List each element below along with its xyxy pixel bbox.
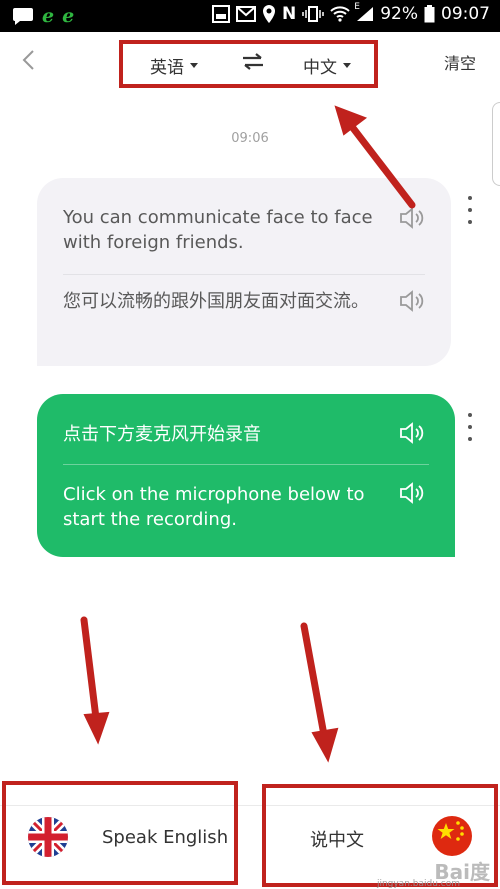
caret-down-icon [190,63,198,68]
annotation-arrow [80,616,100,722]
target-language-label: 中文 [303,58,337,78]
more-dot [468,425,472,429]
back-button[interactable] [20,48,46,74]
source-language-dropdown[interactable]: 英语 [150,53,198,78]
wifi-icon [330,6,350,22]
message-bubble-right: 点击下方麦克风开始录音 Click on the microphone belo… [37,394,455,557]
swap-languages-button[interactable] [242,52,264,76]
speaker-icon [400,482,424,504]
mail-icon [235,6,256,22]
battery-percent: 92% [380,4,418,24]
more-dot [468,208,472,212]
chevron-left-icon [22,50,34,70]
annotation-arrowhead [334,105,368,136]
browser-e-icon-2: e [62,5,75,27]
message-more-button[interactable] [465,196,475,224]
watermark-url: jingyan.baidu.com [376,879,460,889]
nfc-icon: N [281,4,297,24]
location-icon [262,4,276,24]
message-timestamp: 09:06 [231,131,269,146]
more-dot [468,437,472,441]
message-divider [63,274,425,275]
clock: 09:07 [441,4,490,24]
message-more-button[interactable] [465,413,475,441]
message-original-text: You can communicate face to face with fo… [63,207,373,253]
speaker-icon [400,207,424,229]
china-flag-icon [432,816,472,856]
speaker-icon [400,422,424,444]
play-translation-button[interactable] [399,289,425,313]
annotation-arrow [300,622,328,739]
message-divider [63,464,429,465]
language-selector: 英语 中文 [119,40,378,88]
speaker-icon [400,290,424,312]
annotation-arrowhead [311,727,339,763]
speak-chinese-label: 说中文 [310,830,364,851]
more-dot [468,196,472,200]
chat-icon [12,6,34,26]
signal-icon: E [354,2,374,22]
speak-english-label: Speak English [102,827,229,848]
target-language-dropdown[interactable]: 中文 [303,53,351,78]
message-translation-text: Click on the microphone below to start t… [63,484,365,530]
caret-down-icon [343,63,351,68]
battery-icon [424,5,435,23]
clear-button[interactable]: 清空 [444,50,476,74]
uk-flag-icon [28,817,68,857]
more-dot [468,413,472,417]
message-translation-text: 您可以流畅的跟外国朋友面对面交流。 [63,291,369,312]
browser-e-icon: e [42,5,55,27]
status-bar: e e N E 92% 09:07 [0,0,500,32]
vibrate-icon [302,6,324,22]
source-language-label: 英语 [150,58,184,78]
play-original-button[interactable] [399,206,425,230]
play-translation-button[interactable] [399,481,425,505]
annotation-arrowhead [83,711,110,745]
gallery-icon [211,5,230,23]
message-original-text: 点击下方麦克风开始录音 [63,424,261,445]
play-original-button[interactable] [399,421,425,445]
network-type-label: E [354,2,360,12]
more-dot [468,220,472,224]
speak-english-button[interactable]: Speak English [2,781,238,885]
message-bubble-left: You can communicate face to face with fo… [37,178,451,366]
swap-arrows-icon [243,53,263,70]
